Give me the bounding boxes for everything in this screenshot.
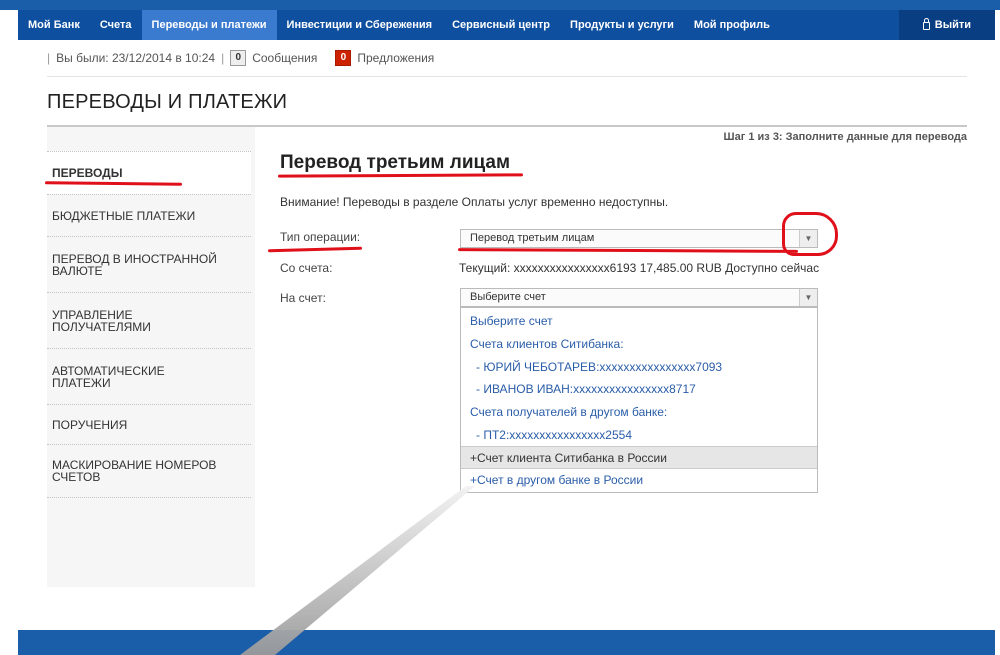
pointer-arrow-shape [240, 486, 475, 655]
